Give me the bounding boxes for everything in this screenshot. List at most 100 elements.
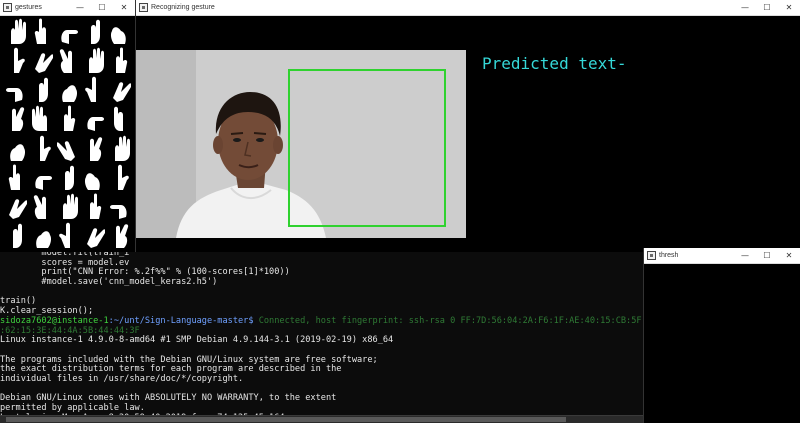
prompt-output: Connected, host fingerprint: ssh-rsa 0 F…: [253, 315, 643, 326]
gesture-thumbnail: [4, 134, 29, 162]
gesture-thumbnail: [30, 104, 55, 132]
gesture-thumbnail: [107, 163, 132, 191]
terminal-line: #model.save('cnn_model_keras2.h5'): [0, 277, 218, 288]
minimize-button[interactable]: —: [69, 0, 91, 16]
hand-icon: [114, 135, 130, 161]
terminal-line: train(): [0, 296, 37, 307]
gesture-thumbnail: [81, 192, 106, 220]
hand-icon: [39, 78, 49, 103]
gesture-thumbnail: [4, 221, 29, 249]
gesture-thumbnail: [4, 163, 29, 191]
hand-icon: [35, 53, 54, 74]
camera-feed: [136, 50, 466, 238]
gesture-thumbnail: [81, 163, 106, 191]
terminal-horizontal-scrollbar[interactable]: [0, 415, 643, 423]
gesture-thumbnail: [56, 192, 81, 220]
gesture-thumbnail: [107, 134, 132, 162]
hand-icon: [10, 143, 26, 161]
terminal-line: individual files in /usr/share/doc/*/cop…: [0, 373, 244, 384]
hand-icon: [89, 136, 102, 161]
maximize-button[interactable]: ☐: [756, 0, 778, 16]
gesture-thumbnail: [107, 75, 132, 103]
window-app-icon: [3, 3, 12, 12]
gesture-thumbnail: [30, 134, 55, 162]
window-app-icon: [139, 3, 148, 12]
terminal-output[interactable]: model.fit(train_i scores = model.ev prin…: [0, 249, 643, 423]
hand-icon: [112, 82, 131, 103]
gesture-thumbnail: [4, 46, 29, 74]
maximize-button[interactable]: ☐: [91, 0, 113, 16]
maximize-button[interactable]: ☐: [756, 248, 778, 264]
hand-icon: [36, 231, 52, 248]
hand-icon: [64, 165, 74, 190]
hand-icon: [87, 117, 104, 132]
close-button[interactable]: ✕: [778, 0, 800, 16]
close-button[interactable]: ✕: [113, 0, 135, 16]
window-title: Recognizing gesture: [151, 4, 215, 11]
hand-icon: [61, 30, 78, 45]
gesture-thumbnail: [107, 104, 132, 132]
hand-icon: [89, 193, 101, 219]
gesture-thumbnail: [4, 17, 29, 45]
minimize-button[interactable]: —: [734, 0, 756, 16]
hand-icon: [84, 172, 100, 190]
prompt-path: :~/unt/Sign-Language-master$: [108, 315, 254, 326]
gestures-window[interactable]: gestures — ☐ ✕: [0, 0, 136, 252]
recognizing-gesture-window[interactable]: Recognizing gesture — ☐ ✕ Predicted text…: [136, 0, 800, 252]
hand-icon: [40, 135, 51, 161]
hand-icon: [62, 193, 78, 219]
gesture-thumbnail: [56, 134, 81, 162]
gesture-thumbnail: [81, 104, 106, 132]
hand-icon: [113, 107, 123, 132]
window-title: thresh: [659, 252, 679, 259]
hand-icon: [63, 105, 76, 132]
hand-icon: [35, 175, 53, 190]
title-bar[interactable]: Recognizing gesture — ☐ ✕: [136, 0, 800, 16]
gesture-thumbnail: [107, 221, 132, 249]
hand-icon: [90, 19, 100, 45]
gesture-thumbnail: [4, 104, 29, 132]
gesture-thumbnail: [56, 104, 81, 132]
hand-icon: [12, 107, 25, 132]
hand-icon: [14, 47, 26, 74]
minimize-button[interactable]: —: [734, 248, 756, 264]
thresh-window[interactable]: thresh — ☐ ✕: [643, 248, 800, 423]
gesture-thumbnail: [4, 192, 29, 220]
predicted-text: Predicted text-: [482, 54, 627, 73]
hand-icon: [32, 106, 48, 132]
gesture-thumbnail: [107, 192, 132, 220]
hand-icon: [11, 18, 27, 45]
window-title: gestures: [15, 4, 42, 11]
hand-icon: [88, 47, 104, 74]
window-app-icon: [647, 251, 656, 260]
gesture-thumbnail: [81, 46, 106, 74]
title-bar[interactable]: thresh — ☐ ✕: [644, 248, 800, 264]
hand-icon: [13, 223, 23, 248]
gesture-thumbnail: [81, 221, 106, 249]
hand-icon: [117, 164, 129, 190]
gesture-thumbnail: [30, 17, 55, 45]
prompt-user: sidoza7602@instance-1: [0, 315, 109, 326]
hand-icon: [115, 224, 128, 248]
gesture-region-box: [288, 69, 446, 227]
gesture-thumbnail: [56, 75, 81, 103]
gesture-thumbnail: [30, 75, 55, 103]
hand-icon: [62, 85, 78, 103]
hand-icon: [109, 204, 127, 219]
scrollbar-thumb[interactable]: [6, 417, 566, 422]
hand-icon: [6, 88, 24, 103]
hand-icon: [34, 195, 47, 219]
hand-icon: [84, 77, 96, 103]
close-button[interactable]: ✕: [778, 248, 800, 264]
title-bar[interactable]: gestures — ☐ ✕: [0, 0, 135, 16]
hand-icon: [56, 140, 75, 161]
terminal-line: Linux instance-1 4.9.0-8-amd64 #1 SMP De…: [0, 335, 394, 346]
hand-icon: [9, 199, 28, 219]
gesture-thumbnail: [56, 221, 81, 249]
gesture-thumbnail: [56, 163, 81, 191]
gesture-thumbnail: [81, 134, 106, 162]
gesture-thumbnail: [30, 192, 55, 220]
gesture-thumbnail: [107, 46, 132, 74]
gesture-thumbnail: [30, 163, 55, 191]
gesture-thumbnail: [30, 46, 55, 74]
